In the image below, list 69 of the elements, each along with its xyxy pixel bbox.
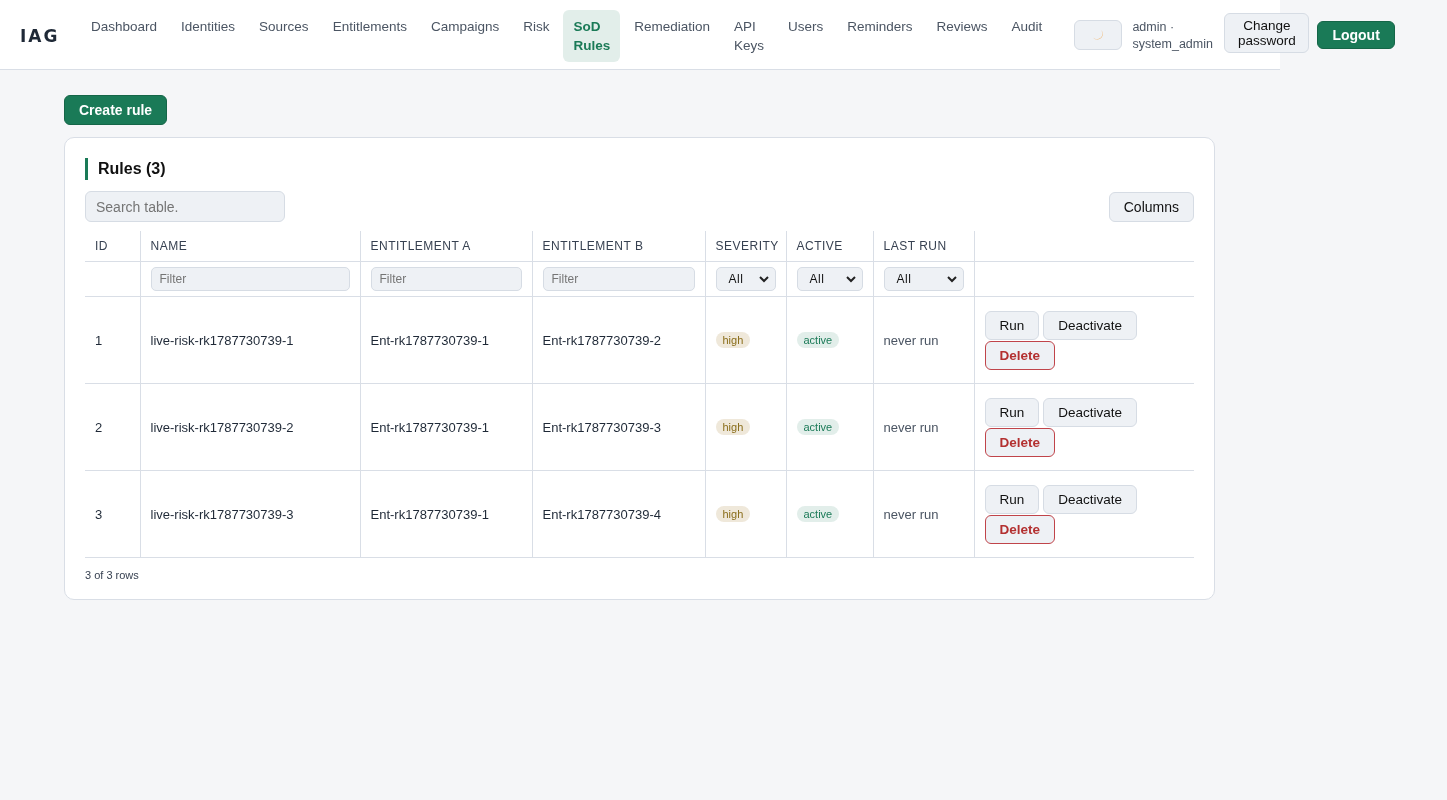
delete-button[interactable]: Delete [984,340,1056,370]
nav-link[interactable]: Remediation [624,10,720,62]
entitlement-cell: Ent-rk1787730739-4 [542,506,662,522]
last-run-cell: never run [883,332,939,348]
nav-link[interactable]: SoD Rules [563,10,621,62]
logo: IAG [20,26,61,46]
entitlement-cell: Ent-rk1787730739-2 [542,332,662,348]
nav-link[interactable]: Identities [171,10,246,62]
severity-badge: high [715,419,751,435]
filter-field[interactable]: Filter [542,267,695,291]
column-header: ACTIVE [796,239,843,253]
deactivate-button[interactable]: Deactivate [1043,310,1138,340]
filter-field[interactable]: Filter [370,267,522,291]
column-header: ID [95,239,108,253]
column-header: LAST RUN [883,239,947,253]
change-password-button[interactable]: Change password [1224,13,1310,53]
deactivate-button[interactable]: Deactivate [1043,397,1138,427]
chevron-down-icon [946,275,957,283]
logout-button[interactable]: Logout [1317,21,1395,49]
severity-badge: high [715,506,751,522]
entitlement-cell: Ent-rk1787730739-1 [370,506,490,522]
entitlement-cell: Ent-rk1787730739-1 [370,332,490,348]
user-label: admin · system_admin [1132,19,1214,53]
name-cell: live-risk-rk1787730739-1 [150,332,294,348]
filter-dropdown[interactable]: All [796,267,863,291]
nav-link[interactable]: Risk [513,10,560,62]
last-run-cell: never run [883,506,939,522]
delete-button[interactable]: Delete [984,514,1056,544]
nav-link[interactable]: Sources [249,10,319,62]
column-header: ENTITLEMENT B [542,239,644,253]
chevron-down-icon [758,275,769,283]
filter-dropdown[interactable]: All [883,267,964,291]
status-badge: active [796,332,840,348]
columns-button[interactable]: Columns [1108,191,1194,222]
status-badge: active [796,419,840,435]
nav-link[interactable]: Users [778,10,834,62]
nav-link[interactable]: Dashboard [81,10,168,62]
row-count: 3 of 3 rows [85,569,140,581]
last-run-cell: never run [883,419,939,435]
status-badge: active [796,506,840,522]
id-cell: 3 [95,506,103,522]
run-button[interactable]: Run [984,397,1040,427]
id-cell: 1 [95,332,103,348]
column-header: SEVERITY [715,239,779,253]
filter-field[interactable]: Filter [150,267,350,291]
severity-badge: high [715,332,751,348]
name-cell: live-risk-rk1787730739-3 [150,506,294,522]
deactivate-button[interactable]: Deactivate [1043,484,1138,514]
chevron-down-icon [845,275,856,283]
nav-link[interactable]: API Keys [724,10,775,62]
theme-toggle-button[interactable] [1074,20,1123,50]
column-header: NAME [150,239,188,253]
entitlement-cell: Ent-rk1787730739-1 [370,419,490,435]
create-rule-button[interactable]: Create rule [64,95,168,125]
nav-link[interactable]: Reviews [926,10,998,62]
run-button[interactable]: Run [984,310,1040,340]
filter-dropdown[interactable]: All [715,267,776,291]
column-header: ENTITLEMENT A [370,239,471,253]
name-cell: live-risk-rk1787730739-2 [150,419,294,435]
id-cell: 2 [95,419,103,435]
card-title: Rules (3) [85,158,1194,180]
search-field[interactable]: Search table. [85,191,285,222]
nav-link[interactable]: Entitlements [322,10,417,62]
delete-button[interactable]: Delete [984,427,1056,457]
nav-link[interactable]: Campaigns [420,10,510,62]
run-button[interactable]: Run [984,484,1040,514]
nav-link[interactable]: Audit [1001,10,1053,62]
nav-link[interactable]: Reminders [837,10,923,62]
entitlement-cell: Ent-rk1787730739-3 [542,419,662,435]
